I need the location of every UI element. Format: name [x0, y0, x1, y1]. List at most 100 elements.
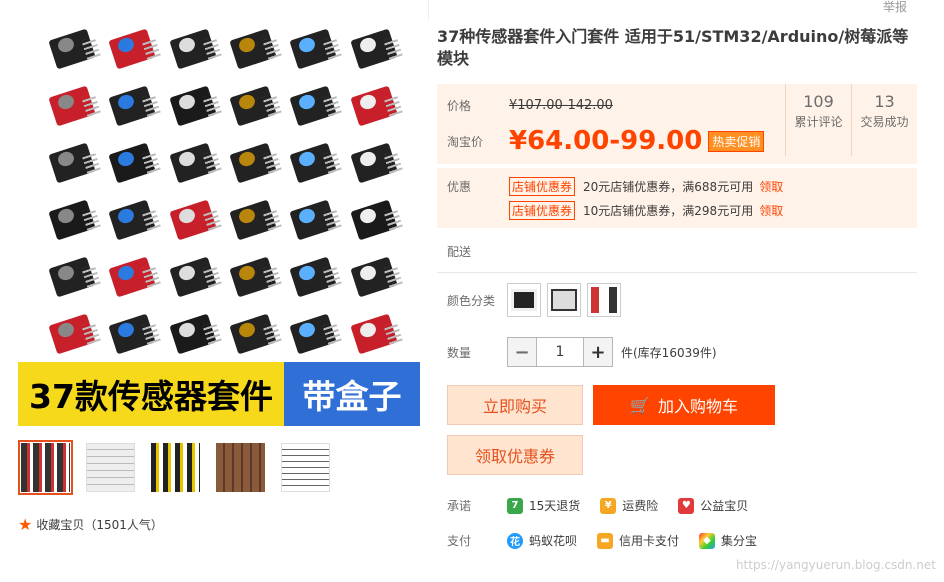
- thumbnail-1[interactable]: [18, 440, 73, 495]
- report-link[interactable]: 举报: [883, 0, 907, 15]
- promo-label: 优惠: [447, 179, 472, 194]
- coupon-text: 10元店铺优惠券，满298元可用: [583, 203, 754, 218]
- sensor-grid-image: [44, 24, 404, 364]
- credit-card-option[interactable]: ▬ 信用卡支付: [597, 532, 679, 549]
- thumbnail-5[interactable]: [278, 440, 333, 495]
- coupon-text: 20元店铺优惠券，满688元可用: [583, 179, 754, 194]
- charity-item[interactable]: ♥ 公益宝贝: [678, 497, 748, 514]
- color-options: 颜色分类: [437, 283, 917, 317]
- return-policy[interactable]: 7 15天退货: [507, 497, 580, 514]
- sensor-module: [165, 138, 223, 193]
- thumbnail-3[interactable]: [148, 440, 203, 495]
- hot-sale-badge: 热卖促销: [708, 130, 765, 152]
- star-icon: ★: [18, 515, 33, 534]
- add-to-cart-label: 加入购物车: [657, 397, 738, 416]
- sensor-module: [346, 138, 404, 193]
- original-price: ¥107.00-142.00: [509, 97, 613, 113]
- cart-icon: 🛒: [630, 395, 650, 415]
- coupon-row: 优惠 店铺优惠券 20元店铺优惠券，满688元可用 领取: [447, 174, 907, 198]
- promise-row: 承诺 7 15天退货 ¥ 运费险 ♥ 公益宝贝: [437, 497, 917, 514]
- gallery: 37款传感器套件 带盒子 ★ 收藏宝贝（1501人气）: [18, 24, 420, 534]
- shipping-insurance[interactable]: ¥ 运费险: [600, 497, 658, 514]
- coupon-tag: 店铺优惠券: [509, 200, 576, 220]
- sensor-module: [104, 24, 162, 79]
- sensor-module: [165, 24, 223, 79]
- purchase-actions: 立即购买 🛒 加入购物车: [437, 385, 917, 425]
- color-option-2[interactable]: [547, 283, 581, 317]
- claim-coupon-link[interactable]: 领取: [759, 202, 783, 219]
- decrement-button[interactable]: −: [508, 338, 536, 366]
- sensor-module: [104, 252, 162, 307]
- add-to-cart-button[interactable]: 🛒 加入购物车: [593, 385, 775, 425]
- payment-label: 支付: [447, 534, 472, 548]
- huabei-option[interactable]: 花蚂蚁花呗: [507, 532, 577, 549]
- price-label: 价格: [447, 98, 472, 113]
- sensor-module: [225, 81, 283, 136]
- sensor-module: [225, 195, 283, 250]
- sensor-module: [285, 195, 343, 250]
- product-title: 37种传感器套件入门套件 适用于51/STM32/Arduino/树莓派等模块: [437, 27, 909, 68]
- price-box: 价格 ¥107.00-142.00 淘宝价 ¥64.00-99.00 热卖促销 …: [437, 84, 917, 164]
- sensor-module: [44, 138, 102, 193]
- jifenbao-option[interactable]: ◆ 集分宝: [699, 532, 757, 549]
- jifenbao-icon: ◆: [699, 532, 716, 549]
- reviews-label: 累计评论: [794, 115, 843, 129]
- color-option-3[interactable]: [587, 283, 621, 317]
- thumbnail-strip: [18, 440, 420, 495]
- stats: 109 累计评论 13 交易成功: [785, 84, 917, 156]
- color-label: 颜色分类: [447, 293, 496, 308]
- sensor-module: [44, 309, 102, 364]
- color-option-1[interactable]: [507, 283, 541, 317]
- sensor-module: [285, 24, 343, 79]
- huabei-icon: 花: [507, 532, 523, 549]
- quantity-label: 数量: [447, 345, 472, 360]
- thumbnail-2[interactable]: [83, 440, 138, 495]
- divider: [437, 272, 917, 273]
- delivery-label: 配送: [447, 244, 472, 259]
- reviews-stat[interactable]: 109 累计评论: [785, 84, 851, 156]
- claim-coupon-link[interactable]: 领取: [759, 178, 783, 195]
- thumbnail-4[interactable]: [213, 440, 268, 495]
- sensor-module: [44, 81, 102, 136]
- sales-label: 交易成功: [860, 115, 909, 129]
- sensor-module: [165, 81, 223, 136]
- sensor-module: [346, 309, 404, 364]
- sensor-module: [44, 24, 102, 79]
- banner-left-text: 37款传感器套件: [18, 362, 284, 426]
- reviews-count: 109: [803, 92, 834, 111]
- sensor-module: [165, 309, 223, 364]
- watermark: https://yangyuerun.blog.csdn.net: [735, 558, 936, 572]
- sensor-module: [225, 138, 283, 193]
- favorite-button[interactable]: ★ 收藏宝贝（1501人气）: [18, 515, 420, 534]
- increment-button[interactable]: +: [584, 338, 612, 366]
- sensor-module: [44, 195, 102, 250]
- divider: [428, 0, 429, 20]
- quantity-row: 数量 − 1 + 件(库存16039件): [437, 337, 917, 367]
- sensor-module: [104, 195, 162, 250]
- get-coupon-button[interactable]: 领取优惠券: [447, 435, 583, 475]
- heart-icon: ♥: [678, 497, 695, 514]
- sensor-module: [285, 81, 343, 136]
- sensor-module: [165, 195, 223, 250]
- sensor-module: [285, 252, 343, 307]
- main-product-image[interactable]: 37款传感器套件 带盒子: [18, 24, 420, 426]
- sensor-module: [225, 309, 283, 364]
- favorite-label: 收藏宝贝（1501人气）: [36, 518, 163, 532]
- quantity-input[interactable]: 1: [536, 338, 584, 366]
- coupon-tag: 店铺优惠券: [509, 176, 576, 196]
- sales-stat: 13 交易成功: [851, 84, 917, 156]
- coupon-box: 优惠 店铺优惠券 20元店铺优惠券，满688元可用 领取 店铺优惠券 10元店铺…: [437, 168, 917, 228]
- sensor-module: [285, 309, 343, 364]
- sales-count: 13: [874, 92, 895, 111]
- current-price: ¥64.00-99.00: [509, 126, 703, 156]
- buy-now-button[interactable]: 立即购买: [447, 385, 583, 425]
- banner-right-text: 带盒子: [284, 362, 420, 426]
- sensor-module: [346, 81, 404, 136]
- promo-price-label: 淘宝价: [447, 134, 484, 149]
- sensor-module: [104, 81, 162, 136]
- sensor-module: [346, 252, 404, 307]
- promise-label: 承诺: [447, 499, 472, 513]
- product-banner: 37款传感器套件 带盒子: [18, 362, 420, 426]
- delivery-row: 配送: [437, 238, 917, 264]
- sensor-module: [165, 252, 223, 307]
